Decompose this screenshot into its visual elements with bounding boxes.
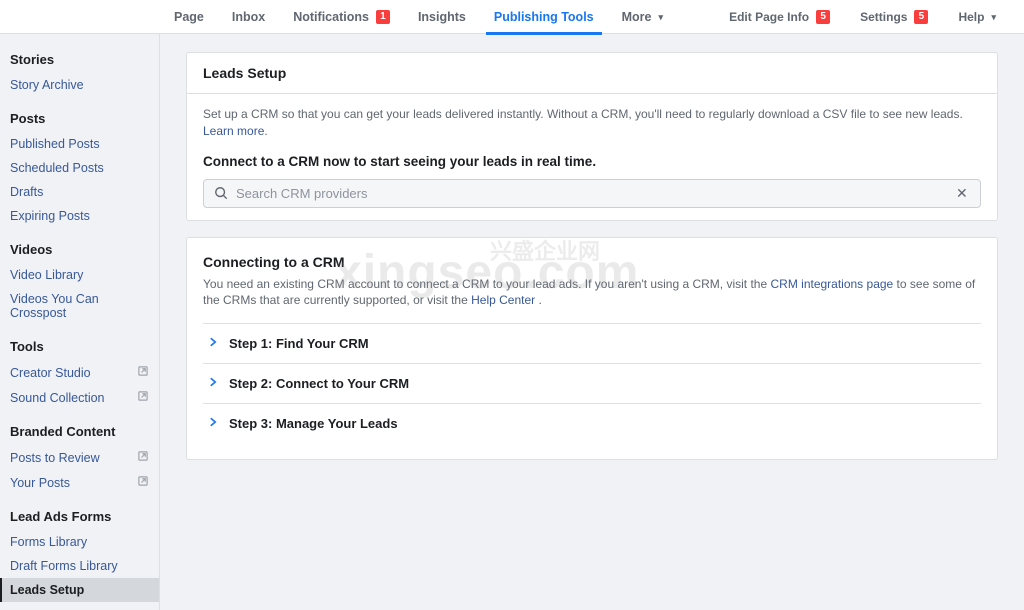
tab-notifications[interactable]: Notifications1 (279, 0, 404, 34)
tab-publishing-tools[interactable]: Publishing Tools (480, 0, 608, 34)
main-content: Leads Setup Set up a CRM so that you can… (160, 34, 1024, 610)
connect-heading: Connect to a CRM now to start seeing you… (203, 154, 981, 169)
sidebar-item-scheduled-posts[interactable]: Scheduled Posts (0, 156, 159, 180)
chevron-right-icon (207, 376, 219, 391)
badge: 1 (376, 10, 390, 24)
chevron-down-icon: ▾ (659, 0, 664, 34)
chevron-right-icon (207, 336, 219, 351)
leads-setup-title: Leads Setup (187, 53, 997, 94)
sidebar-item-your-posts[interactable]: Your Posts (0, 470, 159, 495)
leads-setup-card: Leads Setup Set up a CRM so that you can… (186, 52, 998, 221)
leads-setup-desc: Set up a CRM so that you can get your le… (203, 106, 981, 140)
tab-insights[interactable]: Insights (404, 0, 480, 34)
sidebar-item-video-library[interactable]: Video Library (0, 263, 159, 287)
learn-more-link[interactable]: Learn more (203, 124, 264, 138)
tab-inbox[interactable]: Inbox (218, 0, 279, 34)
sidebar-section-tools: Tools (0, 339, 159, 360)
connecting-crm-card: Connecting to a CRM You need an existing… (186, 237, 998, 461)
tab-page[interactable]: Page (160, 0, 218, 34)
step-label: Step 3: Manage Your Leads (229, 416, 398, 431)
crm-integrations-link[interactable]: CRM integrations page (770, 277, 893, 291)
sidebar-item-leads-setup[interactable]: Leads Setup (0, 578, 159, 602)
sidebar-section-lead-ads-forms: Lead Ads Forms (0, 509, 159, 530)
external-link-icon (137, 475, 149, 490)
connecting-crm-title: Connecting to a CRM (203, 254, 981, 270)
search-crm-input[interactable] (236, 186, 948, 201)
sidebar-section-videos: Videos (0, 242, 159, 263)
sidebar-item-forms-library[interactable]: Forms Library (0, 530, 159, 554)
sidebar-item-videos-you-can-crosspost[interactable]: Videos You Can Crosspost (0, 287, 159, 325)
badge: 5 (914, 10, 928, 24)
chevron-down-icon: ▾ (991, 0, 996, 34)
sidebar-item-expiring-posts[interactable]: Expiring Posts (0, 204, 159, 228)
top-nav: PageInboxNotifications1InsightsPublishin… (0, 0, 1024, 34)
external-link-icon (137, 450, 149, 465)
tab-settings[interactable]: Settings5 (846, 0, 942, 34)
sidebar-item-posts-to-review[interactable]: Posts to Review (0, 445, 159, 470)
sidebar-section-stories: Stories (0, 52, 159, 73)
chevron-right-icon (207, 416, 219, 431)
tab-help[interactable]: Help▾ (944, 0, 1010, 34)
tab-more[interactable]: More▾ (608, 0, 677, 34)
crm-step-2[interactable]: Step 2: Connect to Your CRM (203, 363, 981, 403)
tab-edit-page-info[interactable]: Edit Page Info5 (715, 0, 844, 34)
sidebar-item-draft-forms-library[interactable]: Draft Forms Library (0, 554, 159, 578)
help-center-link[interactable]: Help Center (471, 293, 535, 307)
sidebar: StoriesStory Archive PostsPublished Posts… (0, 34, 160, 610)
sidebar-item-sound-collection[interactable]: Sound Collection (0, 385, 159, 410)
sidebar-section-posts: Posts (0, 111, 159, 132)
sidebar-item-creator-studio[interactable]: Creator Studio (0, 360, 159, 385)
sidebar-item-drafts[interactable]: Drafts (0, 180, 159, 204)
sidebar-item-story-archive[interactable]: Story Archive (0, 73, 159, 97)
crm-step-1[interactable]: Step 1: Find Your CRM (203, 323, 981, 363)
external-link-icon (137, 390, 149, 405)
search-icon (214, 186, 228, 200)
close-icon[interactable]: ✕ (956, 186, 970, 200)
sidebar-item-published-posts[interactable]: Published Posts (0, 132, 159, 156)
sidebar-section-branded-content: Branded Content (0, 424, 159, 445)
search-crm-box[interactable]: ✕ (203, 179, 981, 208)
step-label: Step 2: Connect to Your CRM (229, 376, 409, 391)
connecting-crm-desc: You need an existing CRM account to conn… (203, 276, 981, 310)
crm-step-3[interactable]: Step 3: Manage Your Leads (203, 403, 981, 443)
badge: 5 (816, 10, 830, 24)
step-label: Step 1: Find Your CRM (229, 336, 369, 351)
external-link-icon (137, 365, 149, 380)
